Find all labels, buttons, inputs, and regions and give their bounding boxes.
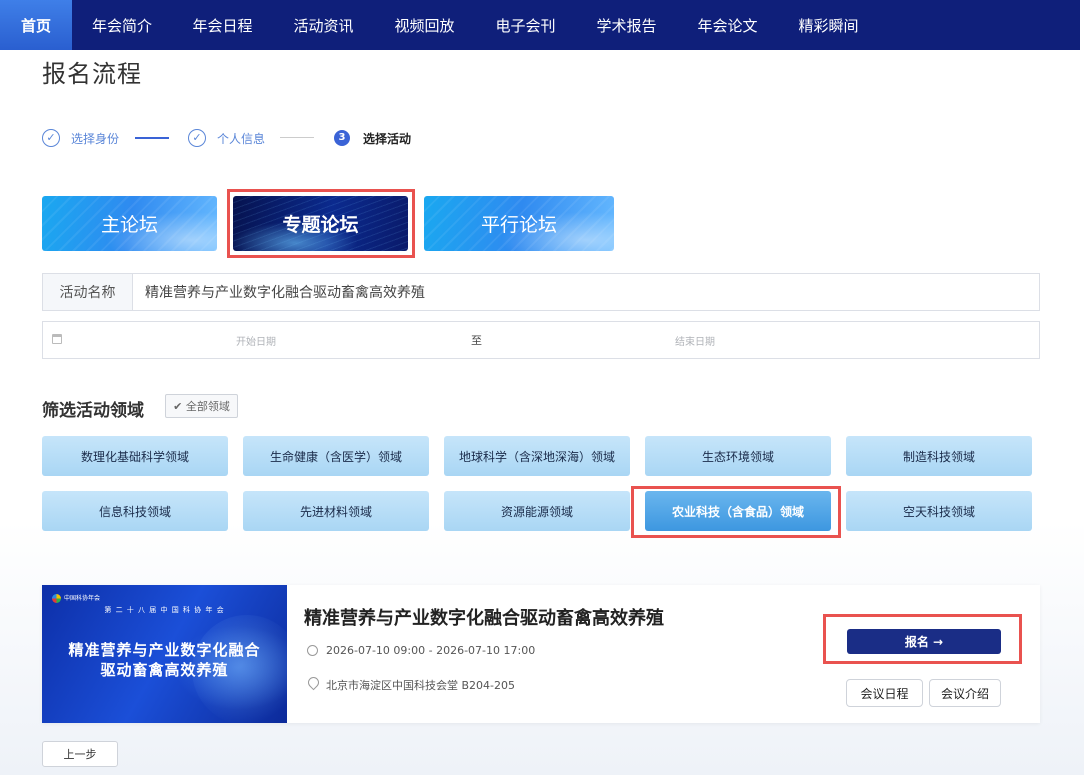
domain-button-life-health[interactable]: 生命健康（含医学）领域 bbox=[243, 436, 429, 476]
event-card: 中国科协年会 第 二 十 八 届 中 国 科 协 年 会 精准营养与产业数字化融… bbox=[42, 585, 1040, 723]
domain-button-information[interactable]: 信息科技领域 bbox=[42, 491, 228, 531]
step-label-select-activity: 选择活动 bbox=[363, 132, 412, 146]
activity-name-input[interactable]: 精准营养与产业数字化融合驱动畜禽高效养殖 bbox=[133, 274, 1039, 310]
poster-subtitle: 第 二 十 八 届 中 国 科 协 年 会 bbox=[104, 606, 225, 614]
tab-special-forum[interactable]: 专题论坛 bbox=[233, 196, 408, 251]
calendar-icon bbox=[52, 334, 62, 344]
top-nav: 首页 年会简介 年会日程 活动资讯 视频回放 电子会刊 学术报告 年会论文 精彩… bbox=[0, 0, 1084, 50]
poster-title-line1: 精准营养与产业数字化融合 bbox=[68, 641, 261, 659]
step-label-personal-info: 个人信息 bbox=[217, 132, 266, 146]
nav-item-home[interactable]: 首页 bbox=[0, 0, 72, 50]
nav-item-news[interactable]: 活动资讯 bbox=[273, 0, 374, 50]
tab-parallel-forum[interactable]: 平行论坛 bbox=[424, 196, 614, 251]
activity-name-label: 活动名称 bbox=[43, 274, 133, 310]
event-poster[interactable]: 中国科协年会 第 二 十 八 届 中 国 科 协 年 会 精准营养与产业数字化融… bbox=[42, 585, 287, 723]
nav-item-ejournal[interactable]: 电子会刊 bbox=[475, 0, 576, 50]
poster-title-line2: 驱动畜禽高效养殖 bbox=[100, 661, 229, 679]
date-range-picker[interactable]: 开始日期 至 结束日期 bbox=[42, 321, 1040, 359]
location-pin-icon bbox=[305, 674, 322, 691]
check-circle-icon: ✓ bbox=[188, 129, 206, 147]
clock-icon bbox=[307, 645, 318, 656]
nav-edge bbox=[1080, 0, 1084, 50]
date-separator: 至 bbox=[471, 334, 482, 347]
nav-item-reports[interactable]: 学术报告 bbox=[576, 0, 677, 50]
domain-button-energy[interactable]: 资源能源领域 bbox=[444, 491, 630, 531]
nav-item-video[interactable]: 视频回放 bbox=[374, 0, 475, 50]
step-label-identity: 选择身份 bbox=[71, 132, 120, 146]
event-title[interactable]: 精准营养与产业数字化融合驱动畜禽高效养殖 bbox=[304, 604, 664, 630]
cast-logo-icon bbox=[52, 594, 61, 603]
prev-step-button[interactable]: 上一步 bbox=[42, 741, 118, 767]
event-location: 北京市海淀区中国科技会堂 B204-205 bbox=[326, 679, 516, 692]
nav-item-schedule[interactable]: 年会日程 bbox=[172, 0, 273, 50]
domain-button-agriculture[interactable]: 农业科技（含食品）领域 bbox=[645, 491, 831, 531]
domain-button-manufacturing[interactable]: 制造科技领域 bbox=[846, 436, 1032, 476]
step-number-badge: 3 bbox=[334, 130, 350, 146]
start-date-input[interactable]: 开始日期 bbox=[236, 333, 276, 348]
domain-button-ecology[interactable]: 生态环境领域 bbox=[645, 436, 831, 476]
activity-name-field: 活动名称 精准营养与产业数字化融合驱动畜禽高效养殖 bbox=[42, 273, 1040, 311]
nav-item-intro[interactable]: 年会简介 bbox=[72, 0, 172, 50]
all-domains-button[interactable]: ✔ 全部领域 bbox=[165, 394, 238, 418]
domain-button-earth-science[interactable]: 地球科学（含深地深海）领域 bbox=[444, 436, 630, 476]
page-title: 报名流程 bbox=[42, 60, 142, 88]
nav-item-moments[interactable]: 精彩瞬间 bbox=[778, 0, 879, 50]
step-connector bbox=[280, 137, 314, 138]
nav-item-papers[interactable]: 年会论文 bbox=[677, 0, 778, 50]
intro-button[interactable]: 会议介绍 bbox=[929, 679, 1001, 707]
check-circle-icon: ✓ bbox=[42, 129, 60, 147]
tab-main-forum[interactable]: 主论坛 bbox=[42, 196, 217, 251]
domain-button-aerospace[interactable]: 空天科技领域 bbox=[846, 491, 1032, 531]
signup-button[interactable]: 报名 → bbox=[847, 629, 1001, 654]
step-connector-done bbox=[135, 137, 169, 139]
schedule-button[interactable]: 会议日程 bbox=[846, 679, 923, 707]
poster-org: 中国科协年会 bbox=[64, 595, 101, 602]
event-time: 2026-07-10 09:00 - 2026-07-10 17:00 bbox=[326, 644, 536, 657]
domain-button-materials[interactable]: 先进材料领域 bbox=[243, 491, 429, 531]
end-date-input[interactable]: 结束日期 bbox=[675, 333, 715, 348]
filter-title: 筛选活动领域 bbox=[42, 401, 144, 421]
domain-button-math-physics[interactable]: 数理化基础科学领域 bbox=[42, 436, 228, 476]
